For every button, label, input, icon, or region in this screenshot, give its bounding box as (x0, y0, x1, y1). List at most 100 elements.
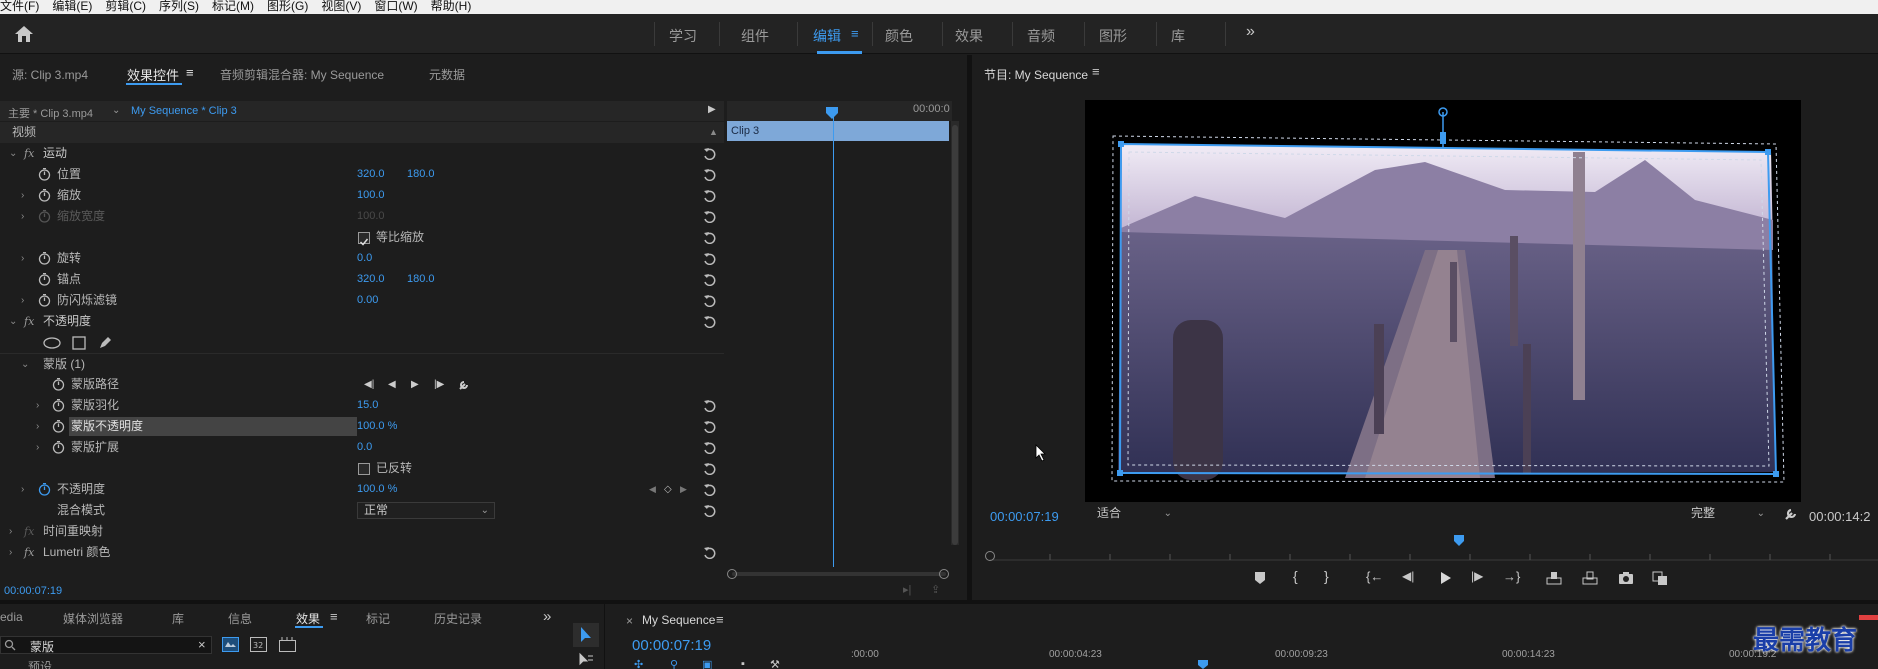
ellipse-mask-icon[interactable] (43, 337, 61, 349)
wrench-icon[interactable] (458, 379, 470, 391)
stopwatch-icon[interactable] (38, 189, 51, 202)
anchor-row[interactable]: 锚点 320.0 180.0 (0, 269, 724, 290)
reset-icon[interactable] (703, 273, 717, 286)
32bit-effects-icon[interactable]: 32 (250, 637, 267, 652)
tab-history[interactable]: 历史记录 (434, 610, 482, 627)
chevron-down-icon[interactable]: ⌄ (112, 105, 120, 116)
reset-icon[interactable] (703, 420, 717, 433)
chevron-right-icon[interactable]: › (36, 437, 39, 458)
position-row[interactable]: 位置 320.0 180.0 (0, 164, 724, 185)
track-forward-icon[interactable]: |▶ (434, 374, 444, 395)
tab-info[interactable]: 信息 (228, 610, 252, 627)
mask-opacity-value[interactable]: 100.0 % (357, 416, 397, 437)
clip-bar[interactable] (727, 121, 949, 141)
stopwatch-icon[interactable] (38, 252, 51, 265)
chevron-right-icon[interactable]: › (21, 248, 24, 269)
sequence-clip-label[interactable]: My Sequence * Clip 3 (131, 105, 237, 117)
program-timecode[interactable]: 00:00:07:19 (990, 509, 1059, 524)
playhead-icon[interactable] (825, 107, 839, 119)
menu-marker[interactable]: 标记(M) (212, 0, 254, 14)
home-icon[interactable] (14, 25, 34, 43)
presets-folder-partial[interactable]: 预设 (28, 658, 52, 669)
rotation-value[interactable]: 0.0 (357, 248, 372, 269)
monitor-menu-icon[interactable]: ≡ (1092, 64, 1100, 79)
track-select-tool-icon[interactable] (578, 652, 594, 666)
workspace-menu-icon[interactable]: ≡ (851, 26, 859, 41)
stopwatch-icon[interactable] (38, 273, 51, 286)
chevron-right-icon[interactable]: › (21, 290, 24, 311)
go-to-out-icon[interactable]: →} (1503, 569, 1520, 584)
zoom-handle-left[interactable] (727, 569, 737, 579)
reset-icon[interactable] (703, 483, 717, 496)
antiflicker-value[interactable]: 0.00 (357, 290, 378, 311)
zoom-bar[interactable] (732, 572, 946, 576)
panel-divider[interactable] (967, 55, 972, 600)
chevron-right-icon[interactable]: › (21, 479, 24, 500)
fx-icon[interactable]: fx (24, 311, 34, 332)
tab-source[interactable]: 源: Clip 3.mp4 (12, 66, 88, 83)
track-backward-icon[interactable]: ◀| (364, 374, 374, 395)
stopwatch-active-icon[interactable] (38, 483, 51, 496)
menu-clip[interactable]: 剪辑(C) (105, 0, 146, 14)
timeline-menu-icon[interactable]: ≡ (716, 612, 724, 627)
yuv-effects-icon[interactable] (279, 637, 296, 652)
source-clip-label[interactable]: 主要 * Clip 3.mp4 (8, 105, 93, 121)
prev-keyframe-icon[interactable]: ◀ (649, 479, 656, 500)
playhead-icon[interactable] (1453, 535, 1465, 547)
rectangle-mask-icon[interactable] (72, 336, 86, 350)
tab-libraries[interactable]: 库 (1171, 26, 1185, 46)
quality-dropdown[interactable]: 完整 ⌄ (1685, 506, 1770, 523)
accelerated-effects-icon[interactable] (222, 637, 239, 652)
share-icon[interactable]: ⇪ (931, 583, 940, 596)
opacity-section-row[interactable]: ⌄ fx 不透明度 (0, 311, 724, 332)
stopwatch-icon[interactable] (52, 378, 65, 391)
step-forward-icon[interactable]: |▶ (1471, 569, 1483, 583)
mask-opacity-row[interactable]: › 蒙版不透明度 100.0 % (0, 416, 724, 437)
menu-edit[interactable]: 编辑(E) (52, 0, 92, 14)
effect-controls-time[interactable]: 00:00:07:19 (4, 585, 62, 597)
pen-mask-icon[interactable] (98, 335, 112, 350)
timeline-playhead-icon[interactable] (1197, 660, 1209, 669)
sequence-tab-title[interactable]: My Sequence (642, 613, 715, 627)
chevron-down-icon[interactable]: ⌄ (21, 354, 29, 375)
wrench-icon[interactable] (1784, 507, 1798, 521)
mask-feather-row[interactable]: › 蒙版羽化 15.0 (0, 395, 724, 416)
tab-graphics[interactable]: 图形 (1099, 26, 1127, 46)
scale-row[interactable]: › 缩放 100.0 (0, 185, 724, 206)
reset-icon[interactable] (703, 294, 717, 307)
reset-icon[interactable] (703, 441, 717, 454)
reset-icon[interactable] (703, 147, 717, 160)
collapse-up-icon[interactable]: ▲ (709, 122, 718, 143)
lumetri-row[interactable]: › fx Lumetri 颜色 (0, 542, 724, 563)
scale-value[interactable]: 100.0 (357, 185, 385, 206)
rotation-row[interactable]: › 旋转 0.0 (0, 248, 724, 269)
reset-icon[interactable] (703, 189, 717, 202)
menu-sequence[interactable]: 序列(S) (159, 0, 199, 14)
stopwatch-icon[interactable] (52, 399, 65, 412)
stopwatch-icon[interactable] (52, 420, 65, 433)
reset-icon[interactable] (703, 231, 717, 244)
chevron-right-icon[interactable]: › (9, 542, 12, 563)
mask-expansion-value[interactable]: 0.0 (357, 437, 372, 458)
stopwatch-icon[interactable] (52, 441, 65, 454)
tab-media[interactable]: edia (0, 610, 23, 624)
tab-assembly[interactable]: 组件 (741, 26, 769, 46)
reset-icon[interactable] (703, 315, 717, 328)
tab-color[interactable]: 颜色 (885, 26, 913, 46)
zoom-handle-right[interactable] (939, 569, 949, 579)
opacity-row[interactable]: › 不透明度 100.0 % ◀ ◇ ▶ (0, 479, 724, 500)
clear-search-icon[interactable]: × (198, 637, 206, 652)
export-frame-icon[interactable]: ▸| (903, 583, 911, 596)
reset-icon[interactable] (703, 504, 717, 517)
tab-markers[interactable]: 标记 (366, 610, 390, 627)
reset-icon[interactable] (703, 210, 717, 223)
fit-dropdown[interactable]: 适合 ⌄ (1091, 506, 1177, 523)
position-y-value[interactable]: 180.0 (407, 164, 435, 185)
blend-mode-dropdown[interactable]: 正常 ⌄ (357, 502, 495, 519)
menu-view[interactable]: 视图(V) (321, 0, 361, 14)
scrubber-start-handle[interactable] (985, 551, 995, 561)
go-to-in-icon[interactable]: {← (1366, 569, 1383, 584)
tab-effect-controls[interactable]: 效果控件 (127, 65, 179, 84)
tab-effects-panel[interactable]: 效果 (296, 610, 320, 627)
program-monitor-title[interactable]: 节目: My Sequence (984, 66, 1088, 83)
